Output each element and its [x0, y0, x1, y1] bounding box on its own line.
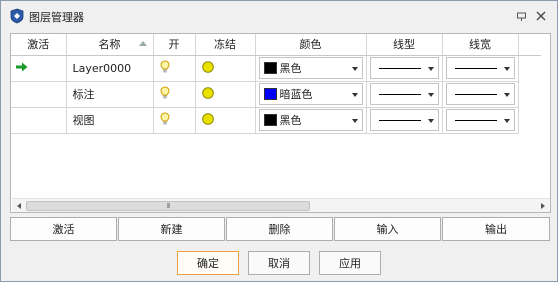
layer-manager-window: 图层管理器 激活 名称 开 冻结 颜色 线型 线宽 Layer0000 黑色 标…	[0, 0, 558, 282]
sort-ascending-icon	[138, 41, 147, 46]
linetype-sample	[378, 93, 421, 95]
scroll-thumb[interactable]: III	[26, 201, 310, 211]
cell-freeze[interactable]	[195, 107, 256, 134]
header-color[interactable]: 颜色	[255, 34, 367, 56]
green-arrow-icon	[16, 62, 28, 75]
apply-button[interactable]: 应用	[319, 251, 381, 275]
cell-freeze[interactable]	[195, 55, 256, 82]
linetype-sample	[378, 119, 421, 121]
color-swatch	[263, 114, 277, 126]
cell-freeze[interactable]	[195, 81, 256, 108]
chevron-down-icon	[503, 93, 510, 97]
scroll-right-icon[interactable]	[537, 201, 549, 211]
cell-filler	[518, 107, 541, 133]
sun-icon[interactable]	[201, 112, 215, 129]
cell-linetype[interactable]	[366, 107, 443, 134]
cell-name[interactable]: 视图	[66, 107, 154, 134]
layer-grid: 激活 名称 开 冻结 颜色 线型 线宽 Layer0000 黑色 标注 暗蓝色 …	[10, 33, 551, 213]
cell-lineweight[interactable]	[442, 55, 519, 82]
lineweight-dropdown[interactable]	[445, 83, 515, 105]
cell-name[interactable]: 标注	[66, 81, 154, 108]
chevron-down-icon	[427, 93, 434, 97]
cell-linetype[interactable]	[366, 81, 443, 108]
color-dropdown[interactable]: 黑色	[258, 109, 363, 131]
lineweight-sample	[454, 119, 497, 121]
color-label: 暗蓝色	[279, 88, 313, 101]
scroll-left-icon[interactable]	[13, 201, 25, 211]
lightbulb-icon[interactable]	[159, 59, 170, 77]
pin-icon[interactable]	[513, 8, 529, 24]
export-button[interactable]: 输出	[442, 217, 550, 241]
cell-on[interactable]	[153, 107, 196, 134]
header-name[interactable]: 名称	[66, 34, 154, 56]
lightbulb-icon[interactable]	[159, 111, 170, 129]
header-freeze[interactable]: 冻结	[195, 34, 256, 56]
linetype-dropdown[interactable]	[369, 83, 439, 105]
header-lineweight[interactable]: 线宽	[442, 34, 519, 56]
cell-on[interactable]	[153, 81, 196, 108]
cell-color[interactable]: 暗蓝色	[255, 81, 367, 108]
chevron-down-icon	[427, 67, 434, 71]
grid-header-row: 激活 名称 开 冻结 颜色 线型 线宽	[11, 34, 541, 56]
cell-name[interactable]: Layer0000	[66, 55, 154, 82]
import-button[interactable]: 输入	[334, 217, 441, 241]
delete-layer-button[interactable]: 删除	[226, 217, 333, 241]
cell-active[interactable]	[11, 55, 67, 82]
lineweight-dropdown[interactable]	[445, 109, 515, 131]
layer-manager-icon	[9, 8, 25, 24]
cell-color[interactable]: 黑色	[255, 107, 367, 134]
lineweight-sample	[454, 67, 497, 69]
lightbulb-icon[interactable]	[159, 85, 170, 103]
cell-lineweight[interactable]	[442, 107, 519, 134]
header-filler	[518, 34, 541, 56]
header-active[interactable]: 激活	[11, 34, 67, 56]
sun-icon[interactable]	[201, 86, 215, 103]
activate-button[interactable]: 激活	[10, 217, 117, 241]
horizontal-scrollbar[interactable]: III	[12, 198, 550, 212]
title-bar: 图层管理器	[1, 1, 557, 31]
layer-action-bar: 激活 新建 删除 输入 输出	[10, 217, 551, 241]
cell-linetype[interactable]	[366, 55, 443, 82]
header-linetype[interactable]: 线型	[366, 34, 443, 56]
color-swatch	[263, 62, 277, 74]
lineweight-sample	[454, 93, 497, 95]
new-layer-button[interactable]: 新建	[118, 217, 225, 241]
table-row[interactable]: 标注 暗蓝色	[11, 81, 541, 108]
cell-color[interactable]: 黑色	[255, 55, 367, 82]
table-row[interactable]: Layer0000 黑色	[11, 55, 541, 82]
chevron-down-icon	[503, 119, 510, 123]
sun-icon[interactable]	[201, 60, 215, 77]
color-dropdown[interactable]: 黑色	[258, 57, 363, 79]
cell-active[interactable]	[11, 81, 67, 108]
cell-filler	[518, 81, 541, 107]
linetype-dropdown[interactable]	[369, 109, 439, 131]
linetype-dropdown[interactable]	[369, 57, 439, 79]
color-swatch	[263, 88, 277, 100]
close-icon[interactable]	[533, 8, 549, 24]
lineweight-dropdown[interactable]	[445, 57, 515, 79]
header-name-label: 名称	[98, 38, 121, 52]
window-title: 图层管理器	[29, 11, 84, 24]
cell-on[interactable]	[153, 55, 196, 82]
color-label: 黑色	[279, 62, 302, 75]
header-on[interactable]: 开	[153, 34, 196, 56]
cell-lineweight[interactable]	[442, 81, 519, 108]
cancel-button[interactable]: 取消	[248, 251, 310, 275]
cell-filler	[518, 55, 541, 81]
chevron-down-icon	[351, 93, 358, 97]
color-label: 黑色	[279, 114, 302, 127]
chevron-down-icon	[351, 119, 358, 123]
cell-active[interactable]	[11, 107, 67, 134]
linetype-sample	[378, 67, 421, 69]
chevron-down-icon	[503, 67, 510, 71]
chevron-down-icon	[351, 67, 358, 71]
table-row[interactable]: 视图 黑色	[11, 107, 541, 134]
color-dropdown[interactable]: 暗蓝色	[258, 83, 363, 105]
chevron-down-icon	[427, 119, 434, 123]
ok-button[interactable]: 确定	[177, 251, 239, 275]
